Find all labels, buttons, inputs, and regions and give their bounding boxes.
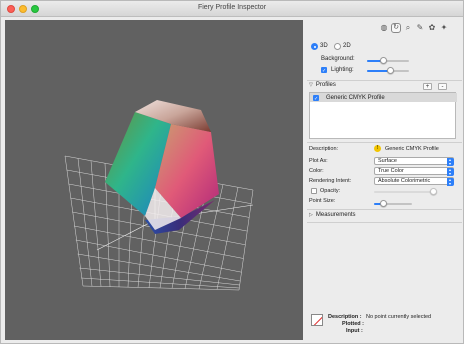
no-selection-swatch — [311, 314, 323, 326]
rotate-icon[interactable]: ↻ — [391, 23, 401, 33]
description-label: Description: — [309, 146, 339, 152]
mode-2d-radio[interactable] — [334, 43, 341, 50]
opacity-slider-knob[interactable] — [430, 188, 437, 195]
title-bar[interactable]: Fiery Profile Inspector — [1, 1, 463, 17]
list-item[interactable]: ✓ Generic CMYK Profile — [310, 93, 457, 102]
opacity-slider[interactable] — [374, 188, 437, 195]
lighting-checkbox[interactable]: ✓ — [321, 67, 327, 74]
rendering-intent-select[interactable]: Absolute Colorimetric ▴ ▾ — [374, 177, 454, 186]
plot-as-label: Plot As: — [309, 158, 328, 164]
divider — [307, 209, 462, 210]
color-label: Color: — [309, 168, 324, 174]
input-label: Input : — [346, 328, 363, 334]
color-wheel-icon[interactable]: ◍ — [379, 23, 389, 33]
disclosure-open-icon: ▽ — [309, 82, 313, 88]
rendering-intent-label: Rendering Intent: — [309, 178, 352, 184]
chevron-updown-icon: ▴ ▾ — [446, 177, 454, 186]
point-size-slider-knob[interactable] — [380, 200, 387, 207]
palette-icon[interactable]: ✿ — [427, 23, 437, 33]
point-size-label: Point Size: — [309, 198, 336, 204]
eyedropper-icon[interactable]: ✎ — [415, 23, 425, 33]
lighting-slider[interactable] — [367, 67, 409, 74]
measurements-section-header[interactable]: ▷ Measurements — [309, 212, 356, 218]
profile-list[interactable]: ✓ Generic CMYK Profile — [309, 92, 457, 139]
lighting-label: Lighting: — [331, 67, 354, 73]
divider — [307, 222, 462, 223]
opacity-label: Opacity: — [320, 188, 341, 194]
mode-3d-radio[interactable] — [311, 43, 318, 50]
tool-palette: ◍ ↻ ⌕ ✎ ✿ ✦ — [379, 23, 449, 33]
info-icon: ! — [374, 145, 381, 152]
mode-2d-label: 2D — [343, 43, 351, 49]
selection-info-panel: Description : No point currently selecte… — [307, 308, 462, 343]
disclosure-closed-icon: ▷ — [309, 212, 313, 218]
lighting-slider-knob[interactable] — [387, 67, 394, 74]
wand-icon[interactable]: ✦ — [439, 23, 449, 33]
background-label: Background: — [321, 56, 355, 62]
profiles-section-label: Profiles — [315, 82, 336, 88]
divider — [307, 80, 462, 81]
plot-as-select[interactable]: Surface ▴ ▾ — [374, 157, 454, 166]
profile-checkbox[interactable]: ✓ — [313, 94, 319, 102]
selection-description-value: No point currently selected — [366, 314, 432, 320]
app-window: Fiery Profile Inspector ◍ ↻ ⌕ ✎ ✿ ✦ 3D 2… — [0, 0, 464, 344]
remove-profile-button[interactable]: - — [438, 83, 447, 90]
divider — [307, 142, 462, 143]
opacity-checkbox[interactable] — [311, 188, 317, 194]
plot-as-value: Surface — [378, 158, 397, 164]
rendering-intent-value: Absolute Colorimetric — [378, 178, 431, 184]
description-value: Generic CMYK Profile — [385, 146, 439, 152]
selection-description-label: Description : — [328, 314, 362, 320]
profiles-section-header[interactable]: ▽ Profiles — [309, 82, 336, 88]
measurements-section-label: Measurements — [315, 212, 356, 218]
chevron-updown-icon: ▴ ▾ — [446, 157, 454, 166]
window-title: Fiery Profile Inspector — [197, 4, 267, 11]
chevron-updown-icon: ▴ ▾ — [446, 167, 454, 176]
background-slider-knob[interactable] — [380, 57, 387, 64]
point-size-slider[interactable] — [374, 200, 412, 207]
zoom-icon[interactable]: ⌕ — [403, 23, 413, 33]
profile-name: Generic CMYK Profile — [326, 94, 385, 101]
inspector-panel: ◍ ↻ ⌕ ✎ ✿ ✦ 3D 2D Background: ✓ Lighting… — [307, 18, 462, 343]
background-slider[interactable] — [367, 57, 409, 64]
add-profile-button[interactable]: + — [423, 83, 432, 90]
gamut-solid — [105, 100, 219, 234]
color-value: True Color — [378, 168, 404, 174]
plotted-label: Plotted : — [342, 321, 364, 327]
gamut-plot — [64, 100, 254, 291]
3d-gamut-viewport[interactable] — [5, 20, 303, 340]
color-select[interactable]: True Color ▴ ▾ — [374, 167, 454, 176]
mode-3d-label: 3D — [320, 43, 328, 49]
